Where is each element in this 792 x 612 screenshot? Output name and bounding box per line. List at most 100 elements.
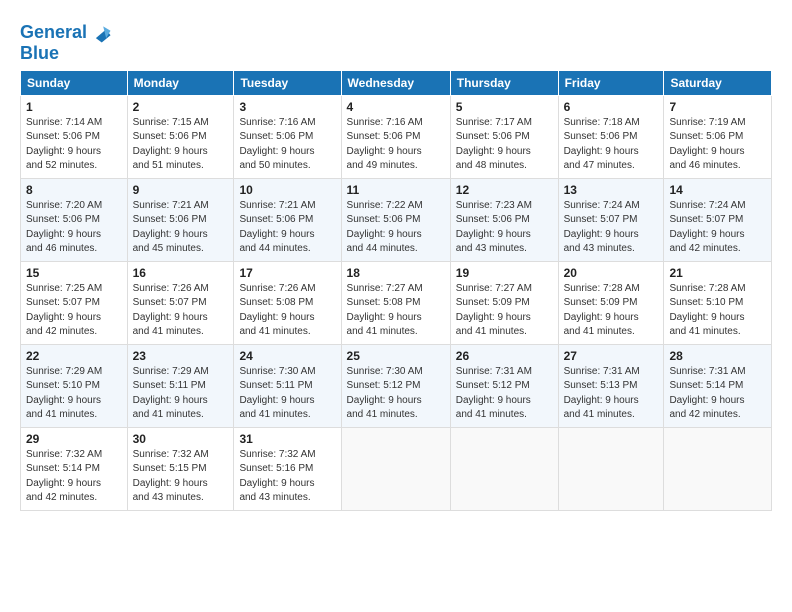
day-info: Sunrise: 7:20 AM Sunset: 5:06 PM Dayligh…	[26, 199, 122, 257]
day-info: Sunrise: 7:32 AM Sunset: 5:14 PM Dayligh…	[26, 448, 122, 506]
calendar-cell: 21Sunrise: 7:28 AM Sunset: 5:10 PM Dayli…	[664, 261, 772, 344]
day-number: 25	[347, 349, 445, 363]
day-info: Sunrise: 7:24 AM Sunset: 5:07 PM Dayligh…	[669, 199, 766, 257]
calendar-cell: 11 Sunrise: 7:22 AM Sunset: 5:06 PM Dayli…	[341, 178, 450, 261]
logo-icon	[90, 22, 112, 44]
calendar-cell: 6 Sunrise: 7:18 AM Sunset: 5:06 PM Daylig…	[558, 95, 664, 178]
day-number: 20	[564, 266, 659, 280]
calendar-week-row: 8 Sunrise: 7:20 AM Sunset: 5:06 PM Daylig…	[21, 178, 772, 261]
day-info: Sunrise: 7:21 AM Sunset: 5:06 PM Dayligh…	[133, 199, 229, 257]
day-info: Sunrise: 7:18 AM Sunset: 5:06 PM Dayligh…	[564, 116, 659, 174]
calendar-cell: 30 Sunrise: 7:32 AM Sunset: 5:15 PM Dayli…	[127, 427, 234, 510]
day-info: Sunrise: 7:26 AM Sunset: 5:08 PM Dayligh…	[239, 282, 335, 340]
day-number: 3	[239, 100, 335, 114]
day-number: 4	[347, 100, 445, 114]
calendar-cell: 1Sunrise: 7:14 AM Sunset: 5:06 PM Daylig…	[21, 95, 128, 178]
calendar-cell: 12 Sunrise: 7:23 AM Sunset: 5:06 PM Dayli…	[450, 178, 558, 261]
day-number: 18	[347, 266, 445, 280]
calendar-cell	[558, 427, 664, 510]
calendar-cell: 18 Sunrise: 7:27 AM Sunset: 5:08 PM Dayli…	[341, 261, 450, 344]
day-info: Sunrise: 7:22 AM Sunset: 5:06 PM Dayligh…	[347, 199, 445, 257]
calendar-cell: 26Sunrise: 7:31 AM Sunset: 5:12 PM Dayli…	[450, 344, 558, 427]
day-info: Sunrise: 7:31 AM Sunset: 5:13 PM Dayligh…	[564, 365, 659, 423]
day-of-week-header: Thursday	[450, 70, 558, 95]
calendar-cell: 5 Sunrise: 7:17 AM Sunset: 5:06 PM Daylig…	[450, 95, 558, 178]
calendar-body: 1Sunrise: 7:14 AM Sunset: 5:06 PM Daylig…	[21, 95, 772, 510]
day-info: Sunrise: 7:27 AM Sunset: 5:09 PM Dayligh…	[456, 282, 553, 340]
day-info: Sunrise: 7:32 AM Sunset: 5:16 PM Dayligh…	[239, 448, 335, 506]
day-info: Sunrise: 7:24 AM Sunset: 5:07 PM Dayligh…	[564, 199, 659, 257]
calendar-cell: 10 Sunrise: 7:21 AM Sunset: 5:06 PM Dayli…	[234, 178, 341, 261]
day-info: Sunrise: 7:31 AM Sunset: 5:14 PM Dayligh…	[669, 365, 766, 423]
day-of-week-header: Friday	[558, 70, 664, 95]
calendar-cell: 29Sunrise: 7:32 AM Sunset: 5:14 PM Dayli…	[21, 427, 128, 510]
day-number: 13	[564, 183, 659, 197]
logo: General Blue	[20, 22, 112, 64]
day-number: 10	[239, 183, 335, 197]
logo-text-blue: Blue	[20, 44, 112, 64]
day-info: Sunrise: 7:30 AM Sunset: 5:12 PM Dayligh…	[347, 365, 445, 423]
day-number: 24	[239, 349, 335, 363]
calendar-cell: 23 Sunrise: 7:29 AM Sunset: 5:11 PM Dayli…	[127, 344, 234, 427]
calendar-week-row: 15 Sunrise: 7:25 AM Sunset: 5:07 PM Dayli…	[21, 261, 772, 344]
day-number: 23	[133, 349, 229, 363]
day-number: 26	[456, 349, 553, 363]
day-number: 22	[26, 349, 122, 363]
day-number: 30	[133, 432, 229, 446]
calendar-cell: 17 Sunrise: 7:26 AM Sunset: 5:08 PM Dayli…	[234, 261, 341, 344]
day-number: 6	[564, 100, 659, 114]
day-number: 16	[133, 266, 229, 280]
calendar-cell: 14 Sunrise: 7:24 AM Sunset: 5:07 PM Dayli…	[664, 178, 772, 261]
calendar-cell: 22 Sunrise: 7:29 AM Sunset: 5:10 PM Dayli…	[21, 344, 128, 427]
day-info: Sunrise: 7:28 AM Sunset: 5:09 PM Dayligh…	[564, 282, 659, 340]
day-number: 31	[239, 432, 335, 446]
day-info: Sunrise: 7:26 AM Sunset: 5:07 PM Dayligh…	[133, 282, 229, 340]
day-number: 11	[347, 183, 445, 197]
day-info: Sunrise: 7:28 AM Sunset: 5:10 PM Dayligh…	[669, 282, 766, 340]
calendar-cell: 4 Sunrise: 7:16 AM Sunset: 5:06 PM Daylig…	[341, 95, 450, 178]
calendar-cell: 31 Sunrise: 7:32 AM Sunset: 5:16 PM Dayli…	[234, 427, 341, 510]
day-info: Sunrise: 7:21 AM Sunset: 5:06 PM Dayligh…	[239, 199, 335, 257]
header: General Blue	[20, 18, 772, 64]
day-number: 2	[133, 100, 229, 114]
calendar-week-row: 29Sunrise: 7:32 AM Sunset: 5:14 PM Dayli…	[21, 427, 772, 510]
day-number: 15	[26, 266, 122, 280]
calendar: SundayMondayTuesdayWednesdayThursdayFrid…	[20, 70, 772, 511]
day-info: Sunrise: 7:23 AM Sunset: 5:06 PM Dayligh…	[456, 199, 553, 257]
day-info: Sunrise: 7:15 AM Sunset: 5:06 PM Dayligh…	[133, 116, 229, 174]
calendar-cell: 16 Sunrise: 7:26 AM Sunset: 5:07 PM Dayli…	[127, 261, 234, 344]
day-number: 14	[669, 183, 766, 197]
calendar-cell: 7Sunrise: 7:19 AM Sunset: 5:06 PM Daylig…	[664, 95, 772, 178]
day-info: Sunrise: 7:17 AM Sunset: 5:06 PM Dayligh…	[456, 116, 553, 174]
day-info: Sunrise: 7:16 AM Sunset: 5:06 PM Dayligh…	[239, 116, 335, 174]
calendar-cell: 27 Sunrise: 7:31 AM Sunset: 5:13 PM Dayli…	[558, 344, 664, 427]
calendar-cell	[664, 427, 772, 510]
day-info: Sunrise: 7:16 AM Sunset: 5:06 PM Dayligh…	[347, 116, 445, 174]
calendar-cell: 3 Sunrise: 7:16 AM Sunset: 5:06 PM Daylig…	[234, 95, 341, 178]
day-info: Sunrise: 7:32 AM Sunset: 5:15 PM Dayligh…	[133, 448, 229, 506]
calendar-week-row: 1Sunrise: 7:14 AM Sunset: 5:06 PM Daylig…	[21, 95, 772, 178]
day-number: 5	[456, 100, 553, 114]
day-number: 12	[456, 183, 553, 197]
day-number: 17	[239, 266, 335, 280]
calendar-cell: 28Sunrise: 7:31 AM Sunset: 5:14 PM Dayli…	[664, 344, 772, 427]
calendar-cell	[341, 427, 450, 510]
days-of-week-row: SundayMondayTuesdayWednesdayThursdayFrid…	[21, 70, 772, 95]
day-info: Sunrise: 7:29 AM Sunset: 5:11 PM Dayligh…	[133, 365, 229, 423]
day-number: 19	[456, 266, 553, 280]
day-number: 27	[564, 349, 659, 363]
page: General Blue SundayMondayTuesdayWednesda…	[0, 0, 792, 523]
day-info: Sunrise: 7:19 AM Sunset: 5:06 PM Dayligh…	[669, 116, 766, 174]
calendar-cell: 25 Sunrise: 7:30 AM Sunset: 5:12 PM Dayli…	[341, 344, 450, 427]
day-number: 9	[133, 183, 229, 197]
day-info: Sunrise: 7:25 AM Sunset: 5:07 PM Dayligh…	[26, 282, 122, 340]
calendar-cell: 15 Sunrise: 7:25 AM Sunset: 5:07 PM Dayli…	[21, 261, 128, 344]
calendar-cell: 20 Sunrise: 7:28 AM Sunset: 5:09 PM Dayli…	[558, 261, 664, 344]
day-number: 8	[26, 183, 122, 197]
calendar-cell	[450, 427, 558, 510]
calendar-cell: 19 Sunrise: 7:27 AM Sunset: 5:09 PM Dayli…	[450, 261, 558, 344]
day-of-week-header: Sunday	[21, 70, 128, 95]
day-info: Sunrise: 7:29 AM Sunset: 5:10 PM Dayligh…	[26, 365, 122, 423]
calendar-cell: 2 Sunrise: 7:15 AM Sunset: 5:06 PM Daylig…	[127, 95, 234, 178]
day-info: Sunrise: 7:27 AM Sunset: 5:08 PM Dayligh…	[347, 282, 445, 340]
